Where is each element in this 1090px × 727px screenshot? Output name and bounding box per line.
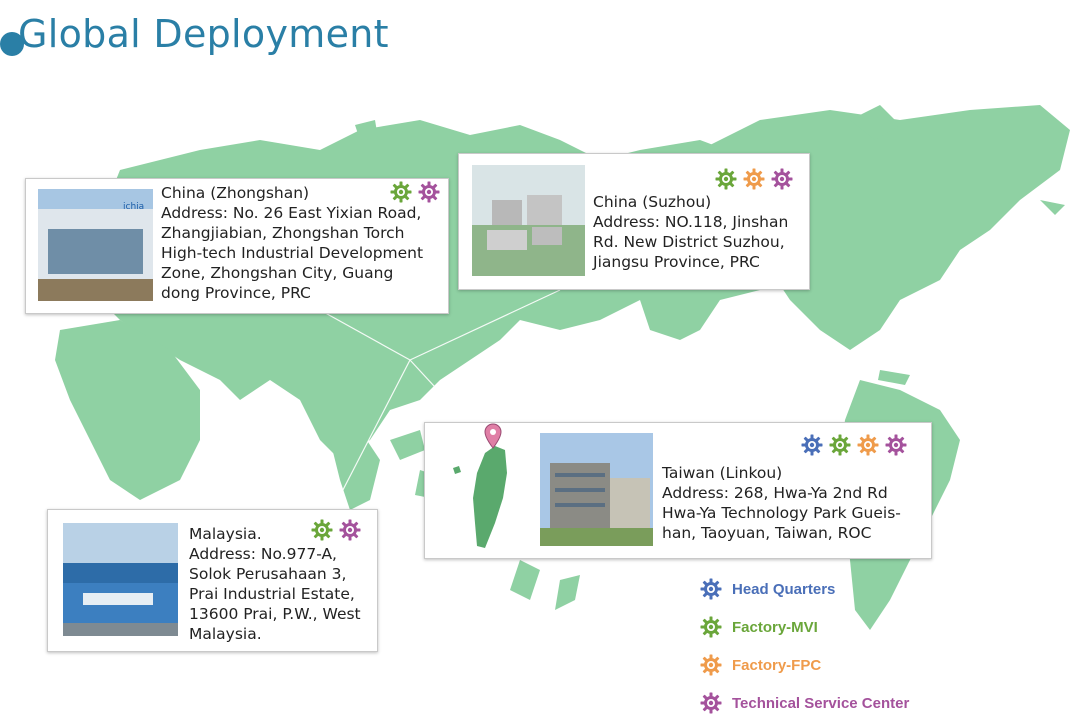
head-quarters-gear-icon [801, 434, 823, 456]
taiwan-photo [540, 433, 653, 546]
title-bullet [0, 32, 24, 56]
factory-fpc-gear-icon [743, 168, 765, 190]
gear-icon [700, 654, 722, 676]
gear-icon [700, 578, 722, 600]
address-line: Malaysia. [189, 625, 262, 643]
legend: Head Quarters Factory-MVI Factory-FPC Te… [700, 570, 909, 722]
location-name: Malaysia. [189, 525, 262, 543]
legend-item-technical-service-center: Technical Service Center [700, 684, 909, 722]
taiwan-text: Taiwan (Linkou) Address: 268, Hwa-Ya 2nd… [662, 463, 927, 543]
legend-item-factory-mvi: Factory-MVI [700, 608, 909, 646]
address-line: han, Taoyuan, Taiwan, ROC [662, 524, 872, 542]
factory-mvi-gear-icon [715, 168, 737, 190]
islands-4 [555, 575, 580, 610]
address-line: dong Province, PRC [161, 284, 311, 302]
malaysia-photo [63, 523, 178, 636]
svg-text:ichia: ichia [123, 202, 144, 212]
address-line: Zhangjiabian, Zhongshan Torch [161, 224, 405, 242]
suzhou-photo [472, 165, 585, 276]
suzhou-text: China (Suzhou) Address: NO.118, Jinshan … [593, 192, 803, 272]
address-line: Jiangsu Province, PRC [593, 253, 760, 271]
location-card-taiwan: Taiwan (Linkou) Address: 268, Hwa-Ya 2nd… [424, 422, 932, 559]
technical-service-center-gear-icon [885, 434, 907, 456]
address-line: Address: NO.118, Jinshan [593, 213, 789, 231]
factory-fpc-gear-icon [857, 434, 879, 456]
legend-label: Factory-FPC [732, 656, 822, 674]
islands-1 [390, 430, 425, 460]
arctic-islands-3 [1040, 200, 1065, 215]
address-line: Solok Perusahaan 3, [189, 565, 347, 583]
address-line: Rd. New District Suzhou, [593, 233, 785, 251]
location-card-suzhou: China (Suzhou) Address: NO.118, Jinshan … [458, 153, 810, 290]
factory-mvi-gear-icon [829, 434, 851, 456]
address-line: Hwa-Ya Technology Park Gueis- [662, 504, 901, 522]
legend-label: Technical Service Center [732, 694, 910, 712]
zhongshan-photo: ichia [38, 189, 153, 301]
location-name: Taiwan (Linkou) [662, 464, 783, 482]
location-name: China (Zhongshan) [161, 184, 310, 202]
technical-service-center-gear-icon [771, 168, 793, 190]
caribbean-islands [878, 370, 910, 385]
legend-item-factory-fpc: Factory-FPC [700, 646, 909, 684]
southeast-asia-landmass [330, 430, 380, 510]
address-line: 13600 Prai, P.W., West [189, 605, 361, 623]
address-line: Address: No.977-A, [189, 545, 337, 563]
gear-icon [700, 616, 722, 638]
legend-label: Factory-MVI [732, 618, 818, 636]
legend-label: Head Quarters [732, 580, 836, 598]
islands-3 [510, 560, 540, 600]
address-line: Address: No. 26 East Yixian Road, [161, 204, 422, 222]
suzhou-facility-icons [715, 168, 793, 190]
page-title: Global Deployment [0, 12, 389, 56]
address-line: Prai Industrial Estate, [189, 585, 355, 603]
location-name: China (Suzhou) [593, 193, 712, 211]
location-pin-icon [484, 423, 502, 449]
address-line: High-tech Industrial Development [161, 244, 424, 262]
address-line: Address: 268, Hwa-Ya 2nd Rd [662, 484, 888, 502]
malaysia-text: Malaysia. Address: No.977-A, Solok Perus… [189, 524, 374, 644]
gear-icon [700, 692, 722, 714]
taiwan-facility-icons [801, 434, 907, 456]
zhongshan-text: China (Zhongshan) Address: No. 26 East Y… [161, 183, 446, 303]
legend-item-head-quarters: Head Quarters [700, 570, 909, 608]
address-line: Zone, Zhongshan City, Guang [161, 264, 394, 282]
location-card-zhongshan: ichia China (Zhongshan) Address: No. 26 … [25, 178, 449, 314]
location-card-malaysia: Malaysia. Address: No.977-A, Solok Perus… [47, 509, 378, 652]
